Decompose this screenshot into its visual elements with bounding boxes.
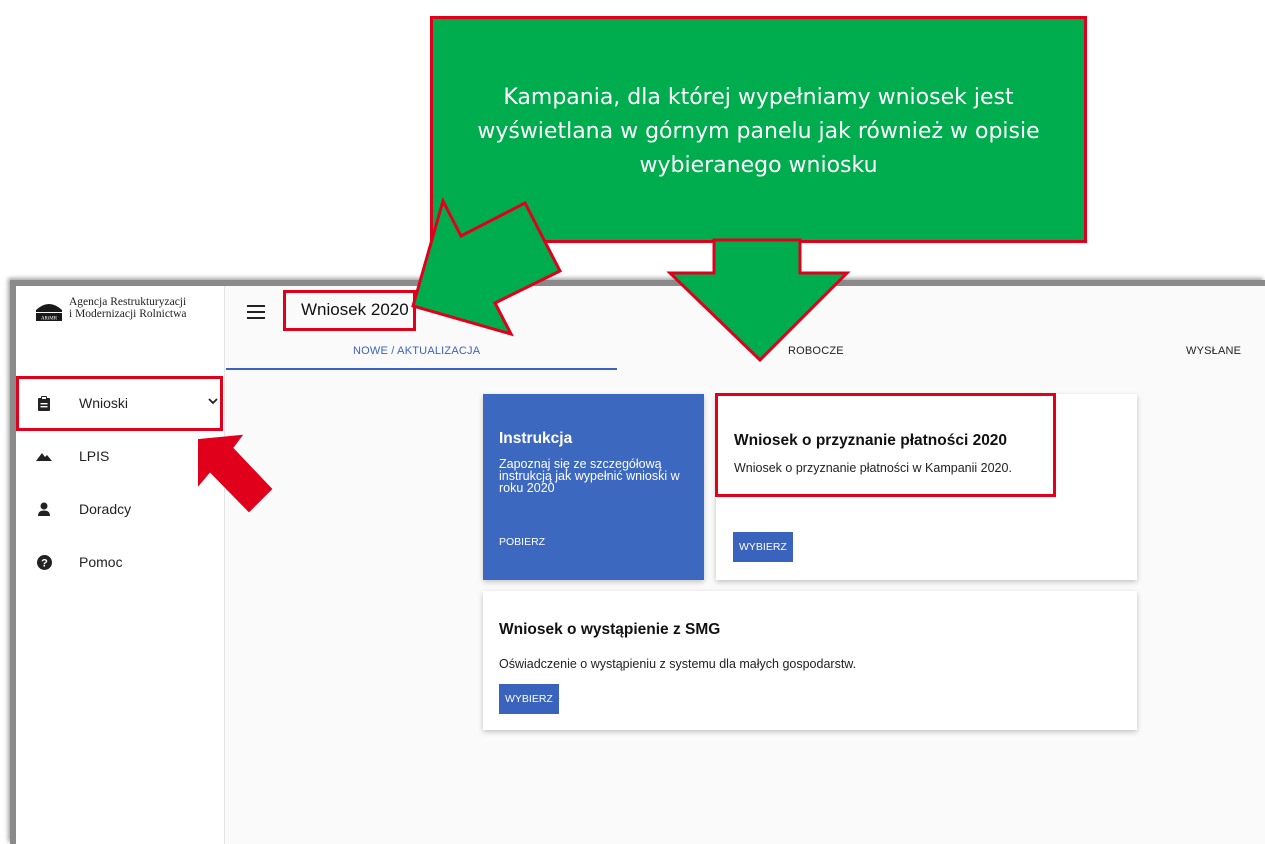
callout-text: Kampania, dla której wypełniamy wniosek … [477, 85, 1040, 178]
tab-robocze[interactable]: ROBOCZE [788, 345, 844, 357]
sidebar-item-label: Doradcy [79, 501, 132, 517]
logo-line-2: i Modernizacji Rolnictwa [69, 308, 187, 320]
app-window: ARiMR Agencja Restrukturyzacji i Moderni… [10, 280, 1265, 844]
sidebar-item-lpis[interactable]: LPIS [16, 432, 225, 480]
annotation-callout: Kampania, dla której wypełniamy wniosek … [430, 16, 1087, 243]
highlight-title [283, 290, 416, 331]
select-button[interactable]: WYBIERZ [733, 532, 793, 562]
agency-logo: ARiMR Agencja Restrukturyzacji i Moderni… [35, 296, 187, 322]
select-button[interactable]: WYBIERZ [499, 684, 559, 714]
tab-nowe-aktualizacja[interactable]: NOWE / AKTUALIZACJA [353, 345, 480, 357]
highlight-card-title [715, 393, 1056, 497]
active-tab-indicator [226, 368, 617, 370]
main-area: Wniosek 2020 NOWE / AKTUALIZACJA ROBOCZE… [226, 286, 1265, 844]
svg-text:?: ? [41, 557, 48, 569]
help-icon: ? [36, 554, 52, 570]
logo-line-1: Agencja Restrukturyzacji [69, 296, 187, 308]
stage: ARiMR Agencja Restrukturyzacji i Moderni… [0, 0, 1265, 844]
logo-icon: ARiMR [35, 296, 63, 322]
mountains-icon [36, 448, 52, 464]
instruction-title: Instrukcja [499, 430, 573, 447]
sidebar-item-pomoc[interactable]: ? Pomoc [16, 538, 225, 586]
instruction-card: Instrukcja Zapoznaj się ze szczegółową i… [483, 394, 704, 580]
card-title: Wniosek o wystąpienie z SMG [499, 621, 721, 638]
person-icon [36, 501, 52, 517]
application-card-smg: Wniosek o wystąpienie z SMG Oświadczenie… [483, 591, 1137, 730]
sidebar-item-doradcy[interactable]: Doradcy [16, 485, 225, 533]
card-description: Oświadczenie o wystąpieniu z systemu dla… [499, 657, 857, 671]
sidebar-item-label: Pomoc [79, 554, 123, 570]
sidebar-item-label: LPIS [79, 448, 110, 464]
instruction-text: Zapoznaj się ze szczegółową instrukcją j… [499, 457, 680, 495]
logo-abbr: ARiMR [41, 317, 58, 322]
download-button[interactable]: POBIERZ [499, 536, 545, 548]
sidebar: ARiMR Agencja Restrukturyzacji i Moderni… [16, 286, 225, 844]
tab-wyslane[interactable]: WYSŁANE [1186, 345, 1241, 357]
hamburger-menu-icon[interactable] [247, 305, 265, 319]
highlight-wnioski [16, 376, 223, 431]
